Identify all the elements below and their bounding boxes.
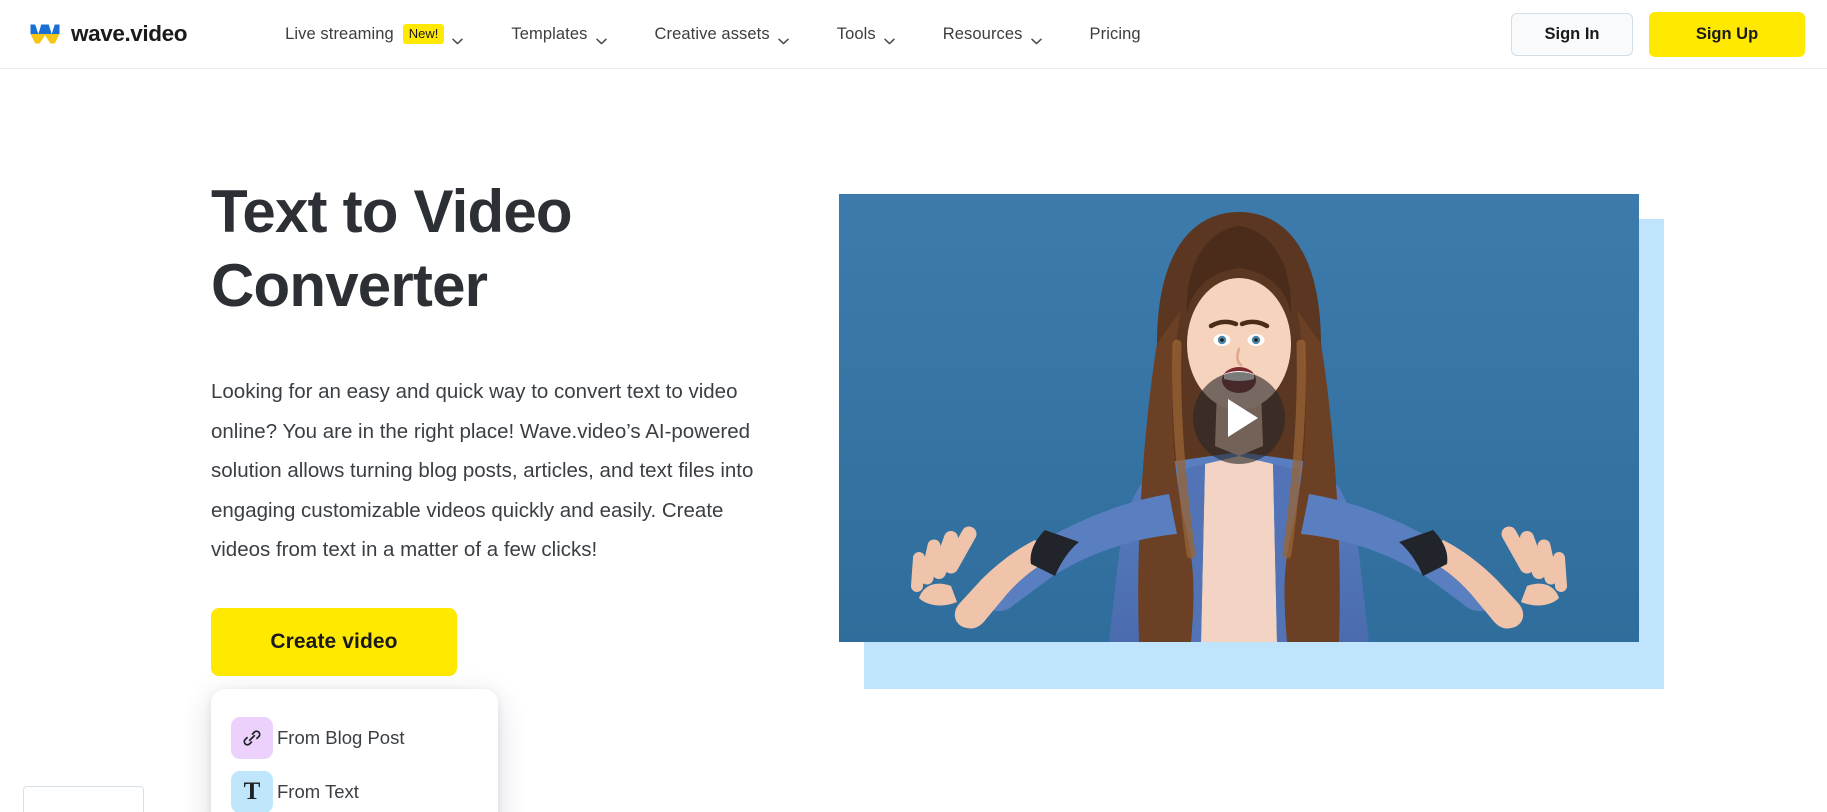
nav-item-pricing[interactable]: Pricing — [1066, 0, 1165, 69]
create-video-dropdown: From Blog Post T From Text — [211, 688, 498, 812]
link-icon — [231, 716, 273, 759]
create-video-button[interactable]: Create video — [211, 607, 457, 676]
nav-item-templates[interactable]: Templates — [487, 0, 630, 69]
header-actions: Sign In Sign Up — [1511, 0, 1805, 69]
chevron-down-icon — [884, 32, 895, 44]
page-title: Text to Video Converter — [211, 178, 573, 319]
nav-item-live-streaming[interactable]: Live streaming New! — [261, 0, 487, 69]
hero-text-column: Text to Video Converter Looking for an e… — [211, 175, 791, 812]
brand-logo-link[interactable]: wave.video — [30, 21, 187, 47]
dropdown-item-from-text[interactable]: T From Text — [211, 765, 498, 812]
nav-label: Live streaming — [285, 24, 394, 43]
chevron-down-icon — [1030, 32, 1042, 44]
sign-in-button[interactable]: Sign In — [1511, 13, 1633, 56]
dropdown-item-label: From Blog Post — [277, 726, 405, 748]
wave-logo-icon — [30, 23, 60, 45]
cta-area: Create video From Blog Post T From Text — [211, 607, 791, 812]
dropdown-item-from-blog-post[interactable]: From Blog Post — [211, 711, 498, 765]
chevron-down-icon — [452, 32, 464, 44]
sign-up-button[interactable]: Sign Up — [1649, 12, 1805, 57]
hero-section: Text to Video Converter Looking for an e… — [0, 69, 1827, 812]
nav-label: Resources — [942, 24, 1023, 43]
nav-item-resources[interactable]: Resources — [919, 0, 1066, 69]
nav-item-creative-assets[interactable]: Creative assets — [631, 0, 813, 69]
nav-item-tools[interactable]: Tools — [813, 0, 919, 69]
nav-label: Pricing — [1089, 24, 1141, 43]
dropdown-item-label: From Text — [277, 780, 359, 802]
nav-label: Templates — [511, 24, 588, 43]
nav-badge-new: New! — [402, 24, 445, 44]
nav-label: Tools — [836, 24, 876, 43]
site-header: wave.video Live streaming New! Templates… — [0, 0, 1827, 69]
nav-label: Creative assets — [654, 24, 770, 43]
main-nav: Live streaming New! Templates Creative a… — [261, 0, 1165, 69]
chevron-down-icon — [595, 32, 607, 44]
brand-name: wave.video — [71, 21, 188, 46]
bottom-widget-sliver — [23, 786, 144, 812]
hero-video-player[interactable] — [839, 194, 1639, 642]
play-triangle — [1228, 399, 1258, 437]
chevron-down-icon — [777, 32, 789, 44]
play-icon[interactable] — [1193, 372, 1285, 464]
hero-description: Looking for an easy and quick way to con… — [211, 380, 754, 561]
text-t-icon: T — [231, 770, 273, 812]
